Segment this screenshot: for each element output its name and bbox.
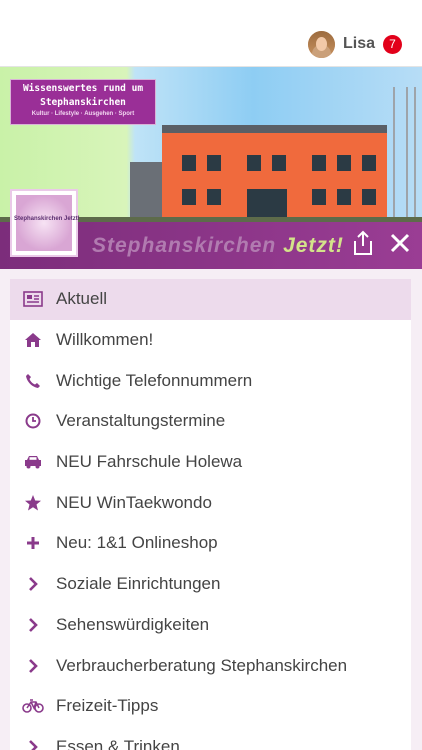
building-photo <box>162 125 387 229</box>
menu-item-label: Wichtige Telefonnummern <box>56 370 253 390</box>
avatar[interactable] <box>307 30 335 58</box>
newspaper-icon <box>10 291 56 308</box>
menu-item-label: Sehenswürdigkeiten <box>56 614 210 634</box>
header-banner: Stephanskirchen Jetzt! Wissenswertes run… <box>0 67 422 269</box>
banner-info-box: Wissenswertes rund um Stephanskirchen Ku… <box>10 79 156 125</box>
logo-text: Stephanskirchen Jetzt! <box>14 216 80 222</box>
plus-icon <box>10 535 56 551</box>
chevron-right-icon <box>10 658 56 674</box>
menu-item-label: Essen & Trinken <box>56 736 180 750</box>
menu-item-veranstaltungstermine[interactable]: Veranstaltungstermine <box>10 401 411 442</box>
menu-item-label: NEU WinTaekwondo <box>56 492 212 512</box>
menu-item-label: Verbraucherberatung Stephanskirchen <box>56 655 348 675</box>
menu-item-onlineshop[interactable]: Neu: 1&1 Onlineshop <box>10 523 411 564</box>
chevron-right-icon <box>10 617 56 633</box>
navigation-menu: Aktuell Willkommen! Wichtige Telefonnumm… <box>10 279 411 750</box>
share-icon[interactable] <box>351 230 375 256</box>
star-icon <box>10 494 56 512</box>
app-logo: Stephanskirchen Jetzt! <box>10 189 80 257</box>
menu-item-verbraucherberatung[interactable]: Verbraucherberatung Stephanskirchen <box>10 645 411 686</box>
menu-item-label: Neu: 1&1 Onlineshop <box>56 533 218 553</box>
menu-item-label: Veranstaltungstermine <box>56 411 226 431</box>
clock-icon <box>10 413 56 429</box>
bicycle-icon <box>10 699 56 714</box>
car-icon <box>10 454 56 470</box>
top-bar: Lisa 7 <box>0 0 422 67</box>
menu-item-aktuell[interactable]: Aktuell <box>10 279 411 320</box>
banner-info-title-1: Wissenswertes rund um <box>22 83 144 94</box>
menu-item-wintaekwondo[interactable]: NEU WinTaekwondo <box>10 482 411 523</box>
user-name[interactable]: Lisa <box>343 35 375 53</box>
chevron-right-icon <box>10 576 56 592</box>
menu-item-essen-trinken[interactable]: Essen & Trinken <box>10 727 411 750</box>
menu-item-freizeit-tipps[interactable]: Freizeit-Tipps <box>10 686 411 727</box>
menu-item-soziale-einrichtungen[interactable]: Soziale Einrichtungen <box>10 564 411 605</box>
menu-item-label: Soziale Einrichtungen <box>56 574 221 594</box>
home-icon <box>10 332 56 348</box>
menu-item-label: Freizeit-Tipps <box>56 696 159 716</box>
menu-item-telefonnummern[interactable]: Wichtige Telefonnummern <box>10 360 411 401</box>
chevron-right-icon <box>10 739 56 750</box>
menu-item-label: Aktuell <box>56 289 108 309</box>
banner-info-title-2: Stephanskirchen <box>40 97 126 108</box>
menu-item-label: NEU Fahrschule Holewa <box>56 452 243 472</box>
menu-item-sehenswuerdigkeiten[interactable]: Sehenswürdigkeiten <box>10 605 411 646</box>
notification-badge[interactable]: 7 <box>383 34 402 54</box>
banner-script-title: Stephanskirchen Jetzt! <box>92 234 344 257</box>
banner-info-subtitle: Kultur · Lifestyle · Ausgehen · Sport <box>31 111 135 117</box>
phone-icon <box>10 373 56 389</box>
user-profile[interactable]: Lisa 7 <box>307 29 402 59</box>
close-icon[interactable] <box>388 230 412 256</box>
menu-item-fahrschule[interactable]: NEU Fahrschule Holewa <box>10 442 411 483</box>
menu-item-willkommen[interactable]: Willkommen! <box>10 320 411 361</box>
menu-item-label: Willkommen! <box>56 330 154 350</box>
